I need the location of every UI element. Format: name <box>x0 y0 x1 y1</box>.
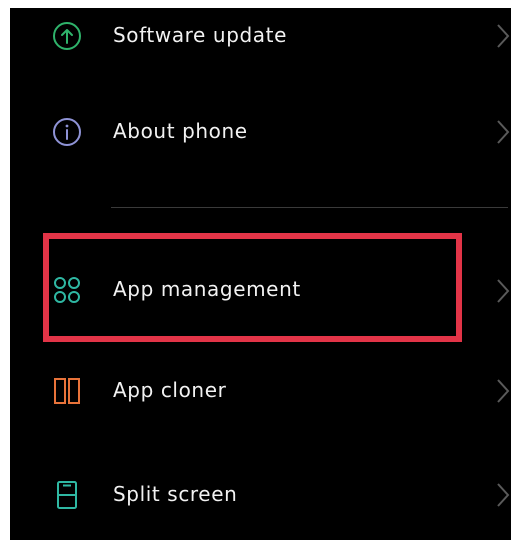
highlight-box <box>43 233 462 342</box>
chevron-right-icon <box>497 120 510 144</box>
settings-item-software-update[interactable]: Software update <box>10 8 511 66</box>
settings-item-app-cloner[interactable]: App cloner <box>10 356 511 426</box>
section-divider <box>111 207 508 208</box>
settings-item-label: Split screen <box>113 482 238 506</box>
dual-rectangles-icon <box>52 376 82 406</box>
settings-item-label: App cloner <box>113 378 227 402</box>
settings-item-label: About phone <box>113 119 248 143</box>
settings-item-about-phone[interactable]: About phone <box>10 98 511 168</box>
arrow-up-circle-icon <box>52 21 82 51</box>
chevron-right-icon <box>497 24 510 48</box>
settings-item-split-screen[interactable]: Split screen <box>10 460 511 530</box>
chevron-right-icon <box>497 279 510 303</box>
settings-screen: Software update About phone App manageme… <box>10 8 511 540</box>
chevron-right-icon <box>497 379 510 403</box>
settings-item-label: Software update <box>113 23 287 47</box>
split-screen-icon <box>52 480 82 510</box>
chevron-right-icon <box>497 483 510 507</box>
info-circle-icon <box>52 117 82 147</box>
